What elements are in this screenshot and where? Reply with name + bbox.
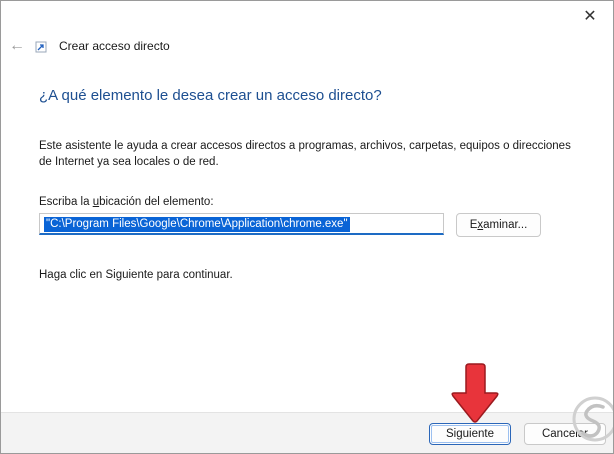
back-arrow-icon: ← <box>9 37 25 54</box>
next-button[interactable]: Si g uiente <box>429 423 511 445</box>
window-title: Crear acceso directo <box>59 39 170 53</box>
wizard-description: Este asistente le ayuda a crear accesos … <box>39 140 571 168</box>
location-input[interactable]: "C:\Program Files\Google\Chrome\Applicat… <box>39 213 444 235</box>
browse-button[interactable]: Ex aminar... <box>456 213 541 237</box>
back-button[interactable]: ← <box>5 35 29 57</box>
watermark-logo-icon <box>572 396 613 442</box>
close-button[interactable]: ✕ <box>567 1 613 31</box>
red-arrow-icon <box>451 363 499 423</box>
shortcut-icon <box>35 41 47 53</box>
close-icon: ✕ <box>583 8 597 25</box>
create-shortcut-dialog: ✕ ← Crear acceso directo ¿A qué elemento… <box>0 0 614 454</box>
location-label: Escriba la ubicación del elemento: <box>39 196 214 208</box>
location-value: "C:\Program Files\Google\Chrome\Applicat… <box>44 217 350 232</box>
dialog-footer <box>1 412 613 453</box>
page-heading: ¿A qué elemento le desea crear un acceso… <box>39 87 382 104</box>
continue-instruction: Haga clic en Siguiente para continuar. <box>39 269 233 281</box>
